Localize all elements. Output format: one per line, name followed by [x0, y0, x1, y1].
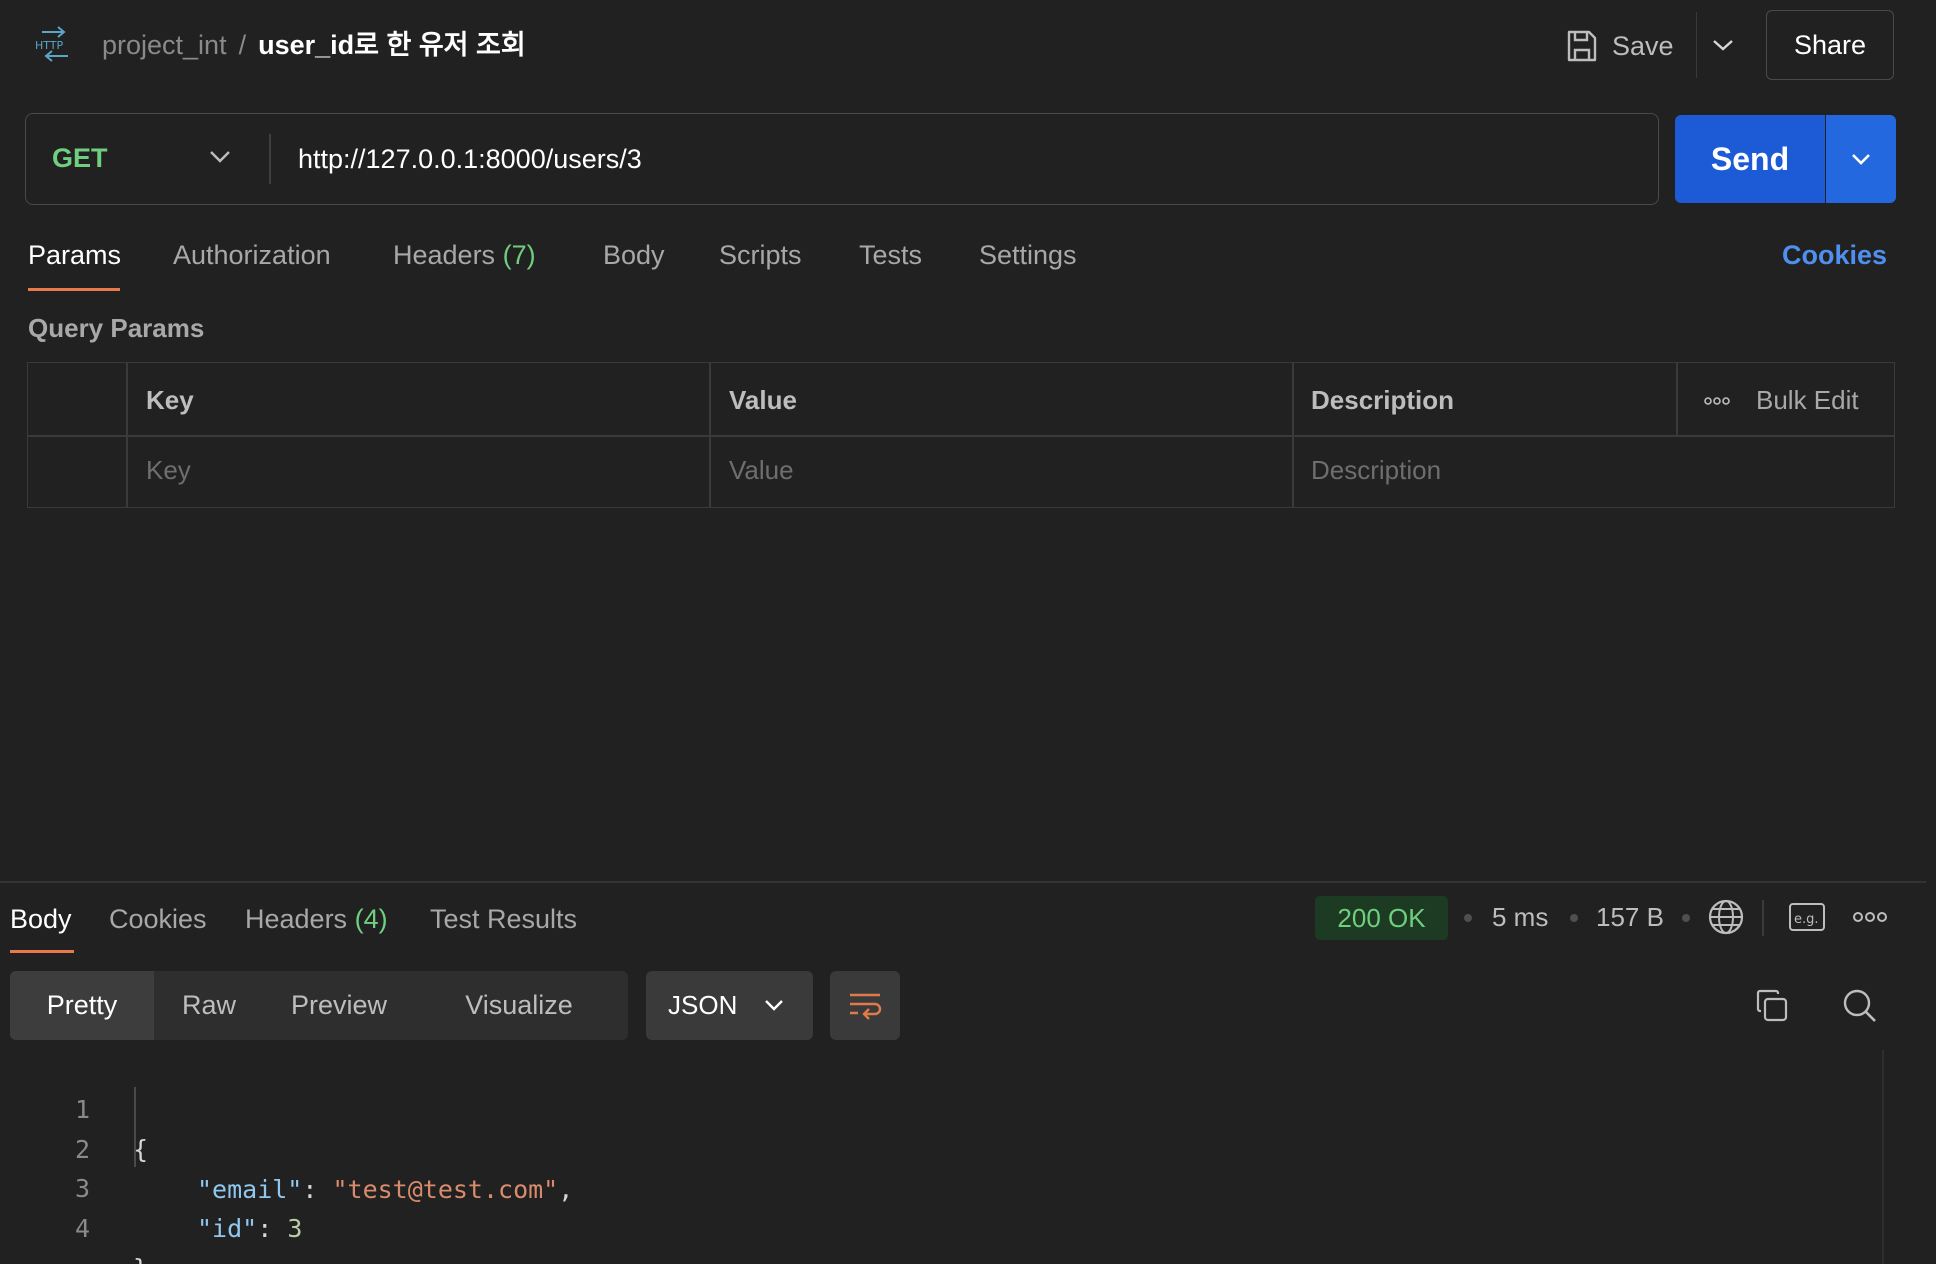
method-select[interactable]: GET — [26, 114, 270, 203]
format-segmented-control: Pretty Raw Preview Visualize — [10, 971, 628, 1040]
active-tab-indicator — [28, 288, 120, 291]
method-divider — [269, 134, 271, 184]
table-col-divider — [1676, 363, 1678, 435]
response-size[interactable]: 157 B — [1596, 902, 1664, 933]
json-string-value: "test@test.com" — [332, 1175, 559, 1204]
request-tabs: Params Authorization Headers (7) Body Sc… — [0, 234, 1936, 294]
url-input[interactable] — [298, 134, 1638, 184]
cookies-link[interactable]: Cookies — [1782, 240, 1887, 271]
save-label: Save — [1612, 30, 1674, 61]
meta-separator-dot — [1570, 914, 1578, 922]
meta-separator-dot — [1464, 914, 1472, 922]
tab-params[interactable]: Params — [28, 240, 121, 271]
table-col-divider — [1292, 363, 1294, 507]
tab-body[interactable]: Body — [603, 240, 665, 271]
save-divider — [1696, 12, 1697, 78]
svg-text:HTTP: HTTP — [35, 39, 64, 52]
more-options-icon[interactable] — [1702, 389, 1732, 413]
param-description-input[interactable] — [1311, 443, 1871, 497]
language-select[interactable]: JSON — [646, 971, 813, 1040]
language-label: JSON — [668, 990, 738, 1020]
response-tab-body[interactable]: Body — [10, 904, 72, 935]
breadcrumb-separator: / — [238, 30, 247, 60]
more-options-icon[interactable] — [1850, 897, 1890, 937]
scrollbar[interactable] — [1882, 1050, 1884, 1264]
save-button[interactable]: Save — [1566, 24, 1674, 68]
format-visualize-button[interactable]: Visualize — [414, 971, 624, 1040]
table-row-divider — [28, 435, 1894, 437]
response-tab-cookies[interactable]: Cookies — [109, 904, 207, 935]
method-label: GET — [52, 143, 108, 173]
format-raw-button[interactable]: Raw — [154, 971, 264, 1040]
chevron-down-icon — [1713, 40, 1733, 51]
url-bar: GET — [25, 113, 1659, 205]
tab-headers-label: Headers — [393, 240, 496, 270]
json-key: "id" — [197, 1214, 258, 1243]
response-divider[interactable] — [0, 881, 1926, 883]
tab-settings[interactable]: Settings — [979, 240, 1077, 271]
chevron-down-icon — [1852, 154, 1870, 165]
tab-headers-count: (7) — [502, 240, 536, 270]
tab-tests[interactable]: Tests — [859, 240, 922, 271]
copy-icon[interactable] — [1752, 986, 1792, 1026]
active-response-tab-indicator — [10, 950, 74, 953]
status-badge[interactable]: 200 OK — [1315, 896, 1448, 940]
column-header-description: Description — [1311, 385, 1455, 415]
share-button[interactable]: Share — [1766, 10, 1894, 80]
save-options-button[interactable] — [1708, 28, 1738, 62]
code-line: 3 "id": 3 — [0, 1129, 302, 1243]
http-icon: HTTP — [35, 26, 68, 62]
json-number-value: 3 — [287, 1214, 303, 1243]
search-icon[interactable] — [1840, 986, 1880, 1026]
indent-guide — [134, 1087, 136, 1167]
request-name[interactable]: user_id로 한 유저 조회 — [258, 30, 526, 60]
chevron-down-icon — [765, 1000, 783, 1011]
meta-separator-dot — [1682, 914, 1690, 922]
format-pretty-button[interactable]: Pretty — [10, 971, 154, 1040]
query-params-title: Query Params — [28, 313, 205, 343]
send-button[interactable]: Send — [1675, 115, 1825, 203]
json-brace: } — [133, 1254, 148, 1264]
code-line: 4 } — [0, 1169, 148, 1264]
response-tab-headers-count: (4) — [354, 904, 388, 934]
globe-icon[interactable] — [1706, 897, 1746, 937]
json-comma: , — [558, 1175, 574, 1204]
response-tab-headers-label: Headers — [245, 904, 348, 934]
wrap-lines-button[interactable] — [830, 971, 900, 1040]
json-colon: : — [257, 1214, 288, 1243]
send-options-button[interactable] — [1826, 115, 1896, 203]
svg-text:e.g.: e.g. — [1794, 912, 1819, 927]
request-header: HTTP project_int / user_id로 한 유저 조회 Save S… — [0, 0, 1936, 92]
table-col-divider — [126, 363, 128, 507]
response-body-viewer[interactable]: 1 { 2 "email": "test@test.com", 3 "id": … — [0, 1050, 1880, 1264]
example-icon[interactable]: e.g. — [1786, 897, 1828, 937]
query-params-table: Key Value Description Bulk Edit — [27, 362, 1895, 508]
response-tab-test-results[interactable]: Test Results — [430, 904, 577, 935]
column-header-value: Value — [729, 385, 797, 415]
chevron-down-icon — [210, 151, 230, 163]
tab-authorization[interactable]: Authorization — [173, 240, 331, 271]
bulk-edit-button[interactable]: Bulk Edit — [1756, 385, 1859, 416]
tab-scripts[interactable]: Scripts — [719, 240, 802, 271]
response-time[interactable]: 5 ms — [1492, 902, 1548, 933]
code-line: 1 { — [0, 1050, 148, 1164]
tab-headers[interactable]: Headers (7) — [393, 240, 536, 271]
breadcrumb-project[interactable]: project_int — [102, 30, 227, 60]
breadcrumb: project_int / user_id로 한 유저 조회 — [102, 28, 526, 62]
param-value-input[interactable] — [729, 443, 1279, 497]
save-icon — [1567, 30, 1597, 62]
param-key-input[interactable] — [146, 443, 696, 497]
json-key: "email" — [197, 1175, 303, 1204]
format-preview-button[interactable]: Preview — [264, 971, 414, 1040]
wrap-lines-icon — [850, 993, 882, 1020]
line-number: 4 — [74, 1214, 90, 1243]
response-tab-headers[interactable]: Headers (4) — [245, 904, 388, 935]
code-line: 2 "email": "test@test.com", — [0, 1090, 573, 1204]
column-header-key: Key — [146, 385, 194, 415]
json-colon: : — [302, 1175, 333, 1204]
table-col-divider — [709, 363, 711, 507]
toolbar-separator — [1762, 900, 1764, 936]
